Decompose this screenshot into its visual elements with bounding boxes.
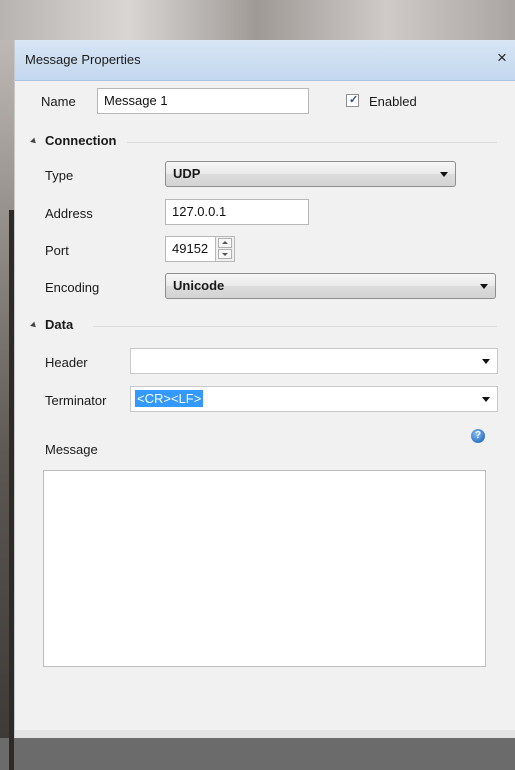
connection-section-header[interactable]: Connection [30, 133, 117, 148]
enabled-checkbox[interactable]: ✓ [346, 94, 359, 107]
terminator-dropdown[interactable]: <CR><LF> [130, 386, 498, 412]
name-input[interactable]: Message 1 [97, 88, 309, 114]
encoding-dropdown[interactable]: Unicode [165, 273, 496, 299]
help-icon[interactable]: ? [471, 429, 485, 443]
data-divider [93, 326, 497, 327]
background-left [0, 40, 14, 770]
encoding-label: Encoding [45, 280, 100, 295]
background-top [0, 0, 515, 40]
checkmark-icon: ✓ [349, 94, 359, 106]
port-label: Port [45, 243, 69, 258]
collapse-triangle-icon [30, 137, 38, 146]
chevron-down-icon [482, 397, 490, 402]
type-value: UDP [173, 166, 201, 181]
chevron-down-icon [440, 172, 448, 177]
type-label: Type [45, 168, 74, 183]
header-dropdown[interactable] [130, 348, 498, 374]
spin-down-icon[interactable] [218, 249, 232, 259]
header-label: Header [45, 355, 88, 370]
collapse-triangle-icon [30, 321, 38, 330]
address-input[interactable]: 127.0.0.1 [165, 199, 309, 225]
port-input[interactable]: 49152 [165, 236, 217, 262]
dialog-title: Message Properties [25, 52, 141, 67]
terminator-label: Terminator [45, 393, 107, 408]
spin-up-icon[interactable] [218, 238, 232, 248]
connection-divider [127, 142, 497, 143]
data-section-header[interactable]: Data [30, 317, 74, 332]
chevron-down-icon [480, 284, 488, 289]
name-label: Name [41, 94, 76, 109]
chevron-down-icon [482, 359, 490, 364]
encoding-value: Unicode [173, 278, 225, 293]
address-label: Address [45, 206, 93, 221]
message-textarea[interactable] [43, 470, 486, 667]
type-dropdown[interactable]: UDP [165, 161, 456, 187]
title-bar: Message Properties × [15, 40, 515, 81]
terminator-value: <CR><LF> [135, 390, 204, 407]
port-stepper[interactable] [215, 236, 235, 262]
message-properties-dialog: Message Properties × Name Message 1 ✓ En… [14, 40, 515, 738]
enabled-label: Enabled [369, 94, 417, 109]
close-icon[interactable]: × [492, 48, 512, 68]
connection-section-label: Connection [45, 133, 117, 148]
bottom-edge [15, 730, 515, 738]
message-label: Message [45, 442, 98, 457]
data-section-label: Data [45, 317, 74, 332]
